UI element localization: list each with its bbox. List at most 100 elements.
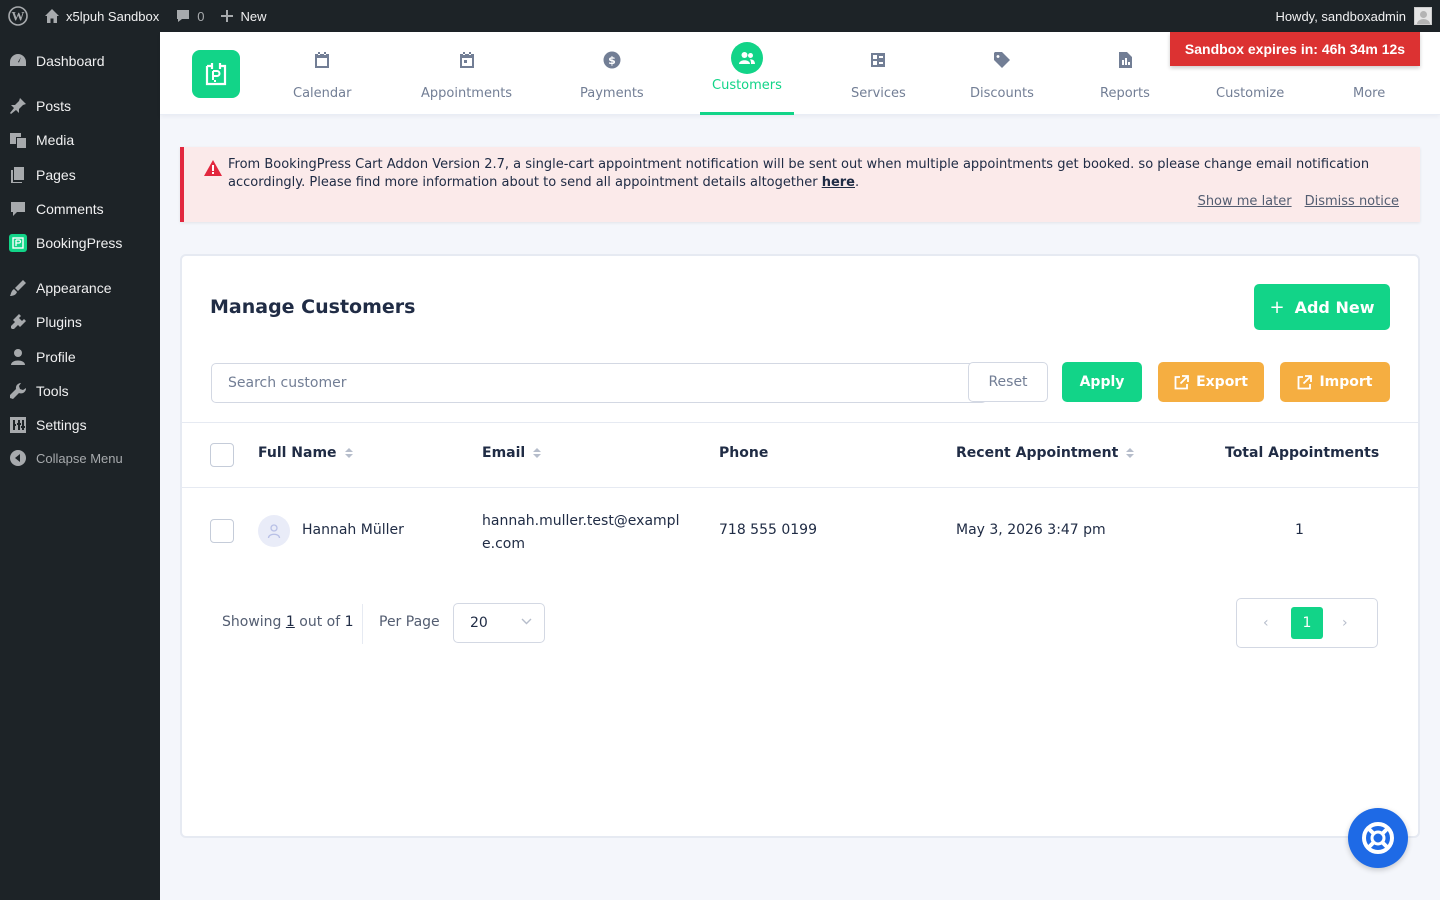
wordpress-logo-button[interactable]: W (0, 0, 36, 32)
sidebar-item-settings[interactable]: Settings (0, 408, 160, 442)
manage-customers-panel: Manage Customers + Add New Reset Apply E… (180, 254, 1420, 838)
reset-button[interactable]: Reset (968, 362, 1048, 402)
tab-calendar[interactable]: Calendar (293, 32, 351, 115)
page-1-button[interactable]: 1 (1291, 607, 1323, 639)
tab-customers[interactable]: Customers (700, 32, 794, 115)
bookingpress-logo[interactable] (192, 50, 240, 98)
customers-icon (730, 42, 763, 74)
plus-icon (221, 10, 234, 22)
dollar-icon: $ (598, 46, 626, 74)
import-button[interactable]: Import (1280, 362, 1390, 402)
services-icon (864, 46, 892, 74)
plus-icon: + (1269, 296, 1285, 318)
pin-icon (8, 96, 28, 116)
customer-email: hannah.muller.test@exampl e.com (482, 513, 680, 552)
next-page-button[interactable]: › (1342, 615, 1348, 631)
recent-appointment: May 3, 2026 3:47 pm (956, 522, 1106, 538)
cart-addon-notice: From BookingPress Cart Addon Version 2.7… (180, 147, 1420, 222)
search-customer-input[interactable] (211, 363, 987, 403)
calendar-icon (308, 46, 336, 74)
sidebar-item-profile[interactable]: Profile (0, 340, 160, 374)
show-me-later-link[interactable]: Show me later (1198, 194, 1292, 209)
customers-table-header: Full Name Email Phone Recent Appointment… (182, 422, 1418, 488)
help-button[interactable] (1348, 808, 1408, 868)
customer-phone: 718 555 0199 (719, 522, 817, 538)
row-checkbox[interactable] (210, 519, 234, 543)
sidebar-item-pages[interactable]: Pages (0, 158, 160, 192)
sort-icon (344, 448, 353, 458)
column-total-appointments: Total Appointments (1225, 445, 1380, 461)
table-row[interactable]: Hannah Müller hannah.muller.test@exampl … (182, 488, 1418, 572)
column-full-name[interactable]: Full Name (258, 445, 353, 461)
column-email[interactable]: Email (482, 445, 542, 461)
wordpress-icon: W (8, 6, 28, 26)
per-page-label: Per Page (379, 614, 440, 630)
tab-discounts[interactable]: Discounts (970, 32, 1034, 115)
tab-payments[interactable]: $ Payments (580, 32, 644, 115)
comment-icon (8, 199, 28, 219)
sandbox-expiry-badge: Sandbox expires in: 46h 34m 12s (1170, 32, 1420, 66)
wrench-icon (8, 381, 28, 401)
chevron-down-icon (521, 618, 532, 625)
my-account-link[interactable]: Howdy, sandboxadmin (1275, 7, 1440, 25)
report-icon (1111, 46, 1139, 74)
add-new-button[interactable]: + Add New (1254, 284, 1390, 330)
collapse-menu-button[interactable]: Collapse Menu (0, 441, 160, 475)
user-icon (8, 347, 28, 367)
sidebar-item-bookingpress[interactable]: BookingPress (0, 226, 160, 260)
notice-actions: Show me later Dismiss notice (1198, 194, 1399, 209)
tab-services[interactable]: Services (851, 32, 906, 115)
sort-icon (1126, 448, 1135, 458)
admin-sidebar: Dashboard Posts Media Pages Comments Boo… (0, 32, 160, 900)
prev-page-button[interactable]: ‹ (1263, 615, 1269, 631)
page-title: Manage Customers (210, 296, 416, 318)
home-icon (45, 9, 59, 23)
media-icon (8, 130, 28, 150)
per-page-select[interactable]: 20 (453, 603, 545, 643)
site-name: x5lpuh Sandbox (66, 8, 160, 24)
howdy-text: Howdy, sandboxadmin (1275, 8, 1406, 24)
bookingpress-logo-icon (205, 63, 227, 86)
comments-link[interactable]: 0 (167, 0, 212, 32)
sidebar-item-appearance[interactable]: Appearance (0, 271, 160, 305)
customer-avatar (258, 515, 290, 547)
new-content-link[interactable]: New (212, 0, 274, 32)
dismiss-notice-link[interactable]: Dismiss notice (1305, 194, 1399, 209)
comments-count: 0 (197, 8, 205, 24)
tab-reports[interactable]: Reports (1100, 32, 1150, 115)
tab-appointments[interactable]: Appointments (421, 32, 512, 115)
sidebar-item-plugins[interactable]: Plugins (0, 305, 160, 339)
column-phone: Phone (719, 445, 769, 461)
apply-button[interactable]: Apply (1062, 362, 1142, 402)
user-avatar-icon (267, 524, 281, 539)
select-all-checkbox[interactable] (210, 443, 234, 467)
sidebar-item-comments[interactable]: Comments (0, 192, 160, 226)
appointment-icon (453, 46, 481, 74)
pagination: ‹ 1 › (1236, 598, 1378, 648)
showing-summary: Showing 1 out of 1 (222, 614, 354, 630)
dashboard-icon (8, 51, 28, 71)
customer-name: Hannah Müller (302, 522, 404, 538)
collapse-icon (8, 448, 28, 468)
svg-text:W: W (12, 9, 25, 24)
settings-icon (8, 415, 28, 435)
lifebuoy-icon (1362, 822, 1394, 854)
notice-here-link[interactable]: here (822, 175, 855, 190)
site-name-link[interactable]: x5lpuh Sandbox (36, 0, 167, 32)
column-recent-appointment[interactable]: Recent Appointment (956, 445, 1135, 461)
brush-icon (8, 278, 28, 298)
total-appointments: 1 (1295, 522, 1304, 538)
svg-text:$: $ (608, 54, 616, 67)
tag-icon (988, 46, 1016, 74)
admin-bar: W x5lpuh Sandbox 0 New Howdy, sandboxadm… (0, 0, 1440, 32)
warning-icon (204, 160, 222, 176)
new-label: New (240, 8, 267, 24)
sidebar-item-dashboard[interactable]: Dashboard (0, 44, 160, 78)
sidebar-item-posts[interactable]: Posts (0, 89, 160, 123)
external-link-icon (1298, 374, 1313, 389)
pages-icon (8, 165, 28, 185)
export-button[interactable]: Export (1158, 362, 1264, 402)
admin-avatar (1414, 7, 1432, 25)
sidebar-item-tools[interactable]: Tools (0, 374, 160, 408)
sidebar-item-media[interactable]: Media (0, 123, 160, 157)
